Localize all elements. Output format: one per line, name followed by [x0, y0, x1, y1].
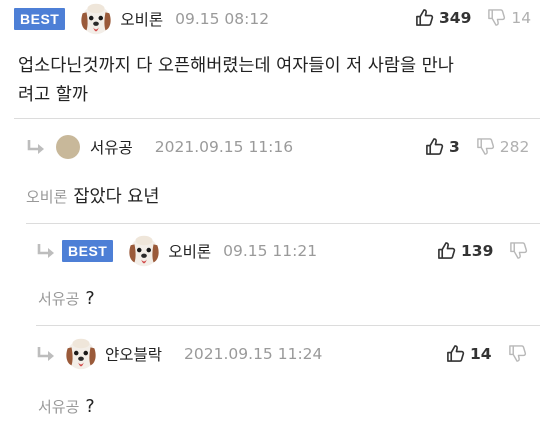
- reply-arrow-icon: [26, 139, 46, 155]
- timestamp: 2021.09.15 11:16: [154, 138, 294, 156]
- reply-to-name[interactable]: 오비론: [26, 188, 67, 206]
- comment-4-body: 서유공?: [38, 393, 95, 422]
- nickname[interactable]: 서유공: [90, 136, 133, 158]
- comment-2-body: 오비론 잡았다 요년: [26, 183, 159, 212]
- puppy-avatar-icon: [125, 232, 163, 270]
- puppy-avatar-icon: [77, 0, 115, 38]
- divider: [26, 223, 540, 224]
- nickname[interactable]: 얀오블락: [105, 343, 162, 365]
- comment-2-header: 서유공 2021.09.15 11:16: [26, 131, 293, 163]
- like-count: 139: [461, 241, 494, 260]
- avatar[interactable]: [62, 335, 100, 373]
- comment-text: 잡았다 요년: [73, 187, 160, 207]
- avatar[interactable]: [125, 232, 163, 270]
- reply-to-name[interactable]: 서유공: [38, 290, 79, 308]
- timestamp: 2021.09.15 11:24: [184, 345, 323, 363]
- like-count: 14: [470, 344, 492, 363]
- reply-to-name[interactable]: 서유공: [38, 398, 79, 416]
- thumb-up-icon[interactable]: [437, 241, 456, 260]
- comment-1-header: BEST 오비론 09.15 08:12: [14, 0, 269, 38]
- avatar[interactable]: [56, 135, 80, 159]
- like-count: 349: [439, 8, 472, 27]
- thumb-up-icon[interactable]: [415, 8, 434, 27]
- comment-3-body: 서유공?: [38, 285, 95, 314]
- dislike-count: 14: [511, 8, 532, 27]
- avatar[interactable]: [77, 0, 115, 38]
- thumb-down-icon[interactable]: [508, 344, 527, 363]
- divider: [36, 325, 540, 326]
- comment-1-body: 업소다닌것까지 다 오픈해버렸는데 여자들이 저 사람을 만나 려고 할까: [18, 52, 528, 110]
- dislike-count: 282: [499, 137, 530, 156]
- timestamp: 09.15 11:21: [223, 242, 318, 260]
- comment-1-votes: 349 14: [415, 8, 531, 27]
- best-badge: BEST: [62, 240, 114, 262]
- comment-2-votes: 3 282: [425, 137, 529, 156]
- comment-3-header: BEST 오비론 09.15 11:21: [36, 232, 317, 270]
- comment-text: ?: [85, 289, 95, 309]
- comment-body-line: 려고 할까: [18, 85, 88, 105]
- comment-4-votes: 14: [446, 344, 527, 363]
- best-badge: BEST: [14, 8, 66, 30]
- divider: [14, 118, 540, 119]
- thumb-down-icon[interactable]: [509, 241, 528, 260]
- thumb-up-icon[interactable]: [446, 344, 465, 363]
- reply-arrow-icon: [36, 346, 56, 362]
- comment-4-header: 얀오블락 2021.09.15 11:24: [36, 335, 322, 373]
- thumb-down-icon[interactable]: [487, 8, 506, 27]
- timestamp: 09.15 08:12: [175, 10, 270, 28]
- reply-arrow-icon: [36, 243, 56, 259]
- puppy-avatar-icon: [62, 335, 100, 373]
- comment-body-line: 업소다닌것까지 다 오픈해버렸는데 여자들이 저 사람을 만나: [18, 56, 454, 76]
- thumb-down-icon[interactable]: [476, 137, 495, 156]
- like-count: 3: [449, 137, 460, 156]
- thumb-up-icon[interactable]: [425, 137, 444, 156]
- nickname[interactable]: 오비론: [120, 8, 163, 30]
- comment-3-votes: 139: [437, 241, 528, 260]
- nickname[interactable]: 오비론: [168, 240, 211, 262]
- comment-text: ?: [85, 397, 95, 417]
